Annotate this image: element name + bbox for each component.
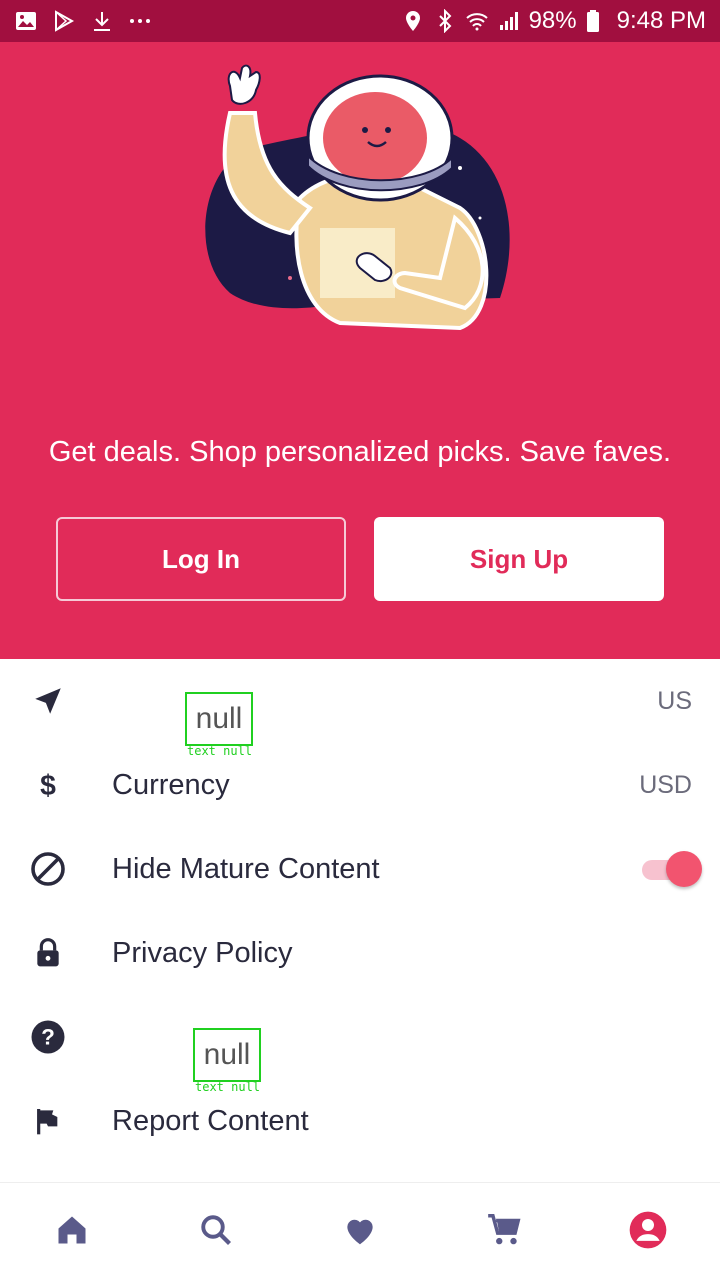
svg-text:?: ? bbox=[41, 1025, 55, 1050]
settings-item-label: Report Content bbox=[112, 1104, 309, 1137]
nav-cart[interactable] bbox=[474, 1202, 534, 1262]
hero-banner: Get deals. Shop personalized picks. Save… bbox=[0, 42, 720, 659]
nav-home[interactable] bbox=[42, 1202, 102, 1262]
signal-icon bbox=[497, 9, 521, 33]
bottom-navigation bbox=[0, 1182, 720, 1281]
settings-item-help[interactable]: ? null text null bbox=[0, 995, 720, 1094]
settings-item-label: null bbox=[193, 1028, 261, 1082]
heart-icon bbox=[341, 1211, 379, 1254]
clock: 9:48 PM bbox=[616, 7, 706, 34]
label-text: null bbox=[203, 1038, 251, 1071]
settings-item-location[interactable]: null text null US bbox=[0, 659, 720, 758]
dollar-icon: $ bbox=[30, 767, 66, 803]
status-bar: 98% 9:48 PM bbox=[0, 0, 720, 42]
nav-search[interactable] bbox=[186, 1202, 246, 1262]
hero-tagline: Get deals. Shop personalized picks. Save… bbox=[48, 436, 672, 468]
cart-icon bbox=[485, 1211, 523, 1254]
settings-item-label: Privacy Policy bbox=[112, 936, 293, 969]
login-button[interactable]: Log In bbox=[56, 517, 346, 601]
more-dots-icon bbox=[128, 9, 152, 33]
location-value: US bbox=[657, 686, 692, 715]
bluetooth-icon bbox=[433, 8, 457, 34]
toggle-knob bbox=[666, 851, 702, 887]
currency-value: USD bbox=[639, 770, 692, 799]
settings-item-currency[interactable]: $ Currency USD bbox=[0, 743, 720, 827]
play-store-icon bbox=[52, 9, 76, 33]
navigation-arrow-icon bbox=[30, 683, 66, 719]
help-circle-icon: ? bbox=[30, 1019, 66, 1055]
settings-item-label: null bbox=[185, 692, 253, 746]
block-icon bbox=[30, 851, 66, 887]
account-icon bbox=[628, 1210, 668, 1255]
lock-icon bbox=[30, 935, 66, 971]
settings-item-label: Currency bbox=[112, 768, 230, 801]
nav-favorites[interactable] bbox=[330, 1202, 390, 1262]
image-icon bbox=[14, 9, 38, 33]
label-text: null bbox=[195, 702, 243, 735]
home-icon bbox=[54, 1212, 90, 1253]
svg-text:$: $ bbox=[40, 770, 56, 802]
download-icon bbox=[90, 9, 114, 33]
astronaut-illustration bbox=[205, 64, 510, 331]
wifi-icon bbox=[465, 9, 489, 33]
settings-item-hide-mature[interactable]: Hide Mature Content bbox=[0, 827, 720, 911]
search-icon bbox=[198, 1212, 234, 1253]
settings-item-label: Hide Mature Content bbox=[112, 852, 380, 885]
signup-button[interactable]: Sign Up bbox=[374, 517, 664, 601]
nav-account[interactable] bbox=[618, 1202, 678, 1262]
battery-icon bbox=[585, 9, 609, 33]
settings-item-report[interactable]: Report Content bbox=[0, 1079, 720, 1163]
settings-item-privacy[interactable]: Privacy Policy bbox=[0, 911, 720, 995]
mature-content-toggle[interactable] bbox=[642, 849, 702, 889]
settings-list: null text null US $ Currency USD Hide Ma… bbox=[0, 659, 720, 1163]
flag-icon bbox=[30, 1103, 66, 1139]
location-icon bbox=[401, 9, 425, 33]
battery-percent: 98% bbox=[528, 7, 577, 34]
